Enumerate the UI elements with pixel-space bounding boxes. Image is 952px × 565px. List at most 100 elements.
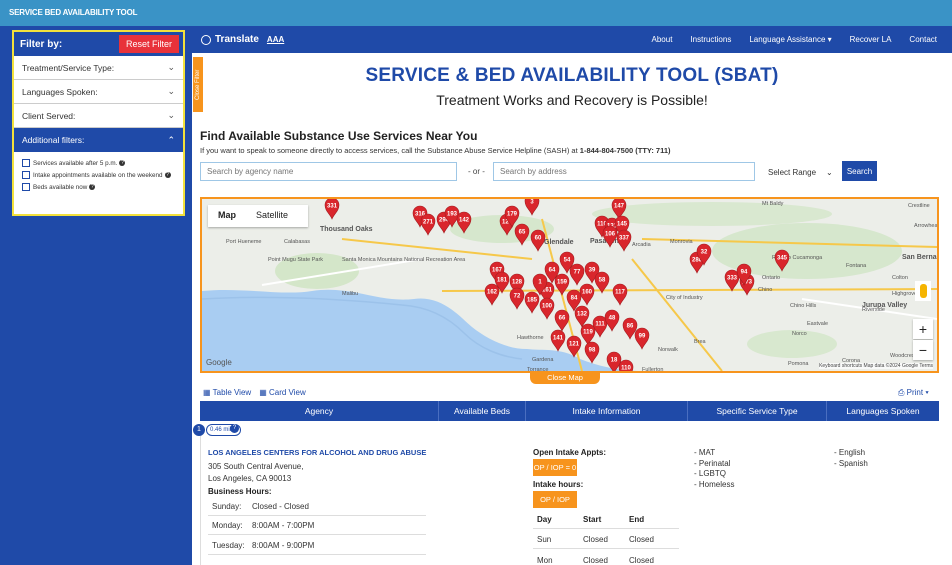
map-marker-label: 159 xyxy=(557,280,568,286)
map-type-toggle[interactable]: Map Satellite xyxy=(208,205,308,227)
service-type-item: - MAT xyxy=(694,448,716,457)
checkbox-weekend-intake[interactable]: Intake appointments available on the wee… xyxy=(22,171,177,179)
open-intake-label: Open Intake Appts: xyxy=(533,448,607,457)
map-marker-label: 94 xyxy=(741,270,748,276)
helpline-label: If you want to speak to someone directly… xyxy=(200,146,578,155)
table-view-button[interactable]: ▦ Table View xyxy=(203,388,251,397)
translate-button[interactable]: Translate AAA xyxy=(201,34,284,45)
intake-col-start: Start xyxy=(583,515,602,524)
service-type-item: - Homeless xyxy=(694,479,735,489)
service-type-list: - MAT - Perinatal - LGBTQ - Homeless xyxy=(694,448,734,490)
map-tab-map[interactable]: Map xyxy=(208,205,246,227)
search-button[interactable]: Search xyxy=(842,161,877,181)
map-place-label: Pomona xyxy=(788,361,809,367)
map-view[interactable]: Thousand Oaks Calabasas Malibu Santa Monica… xyxy=(200,197,939,373)
help-icon[interactable]: ? xyxy=(164,172,171,178)
hours-row: Tuesday: 8:00AM - 9:00PM xyxy=(208,537,426,555)
agency-address-line2: Los Angeles, CA 90013 xyxy=(208,474,292,483)
checkbox[interactable] xyxy=(22,183,30,191)
card-view-label: Card View xyxy=(268,388,306,397)
street-view-icon[interactable] xyxy=(915,281,931,301)
help-icon[interactable]: ? xyxy=(119,160,126,166)
col-intake-information: Intake Information xyxy=(526,401,688,421)
map-marker-label: 193 xyxy=(447,212,458,218)
intake-col-day: Day xyxy=(537,515,552,524)
address-search-input[interactable] xyxy=(493,162,755,181)
map-marker-label: 117 xyxy=(615,290,625,296)
helpline-text: If you want to speak to someone directly… xyxy=(200,146,671,155)
zoom-in-button[interactable]: + xyxy=(913,319,933,339)
nav-link-contact[interactable]: Contact xyxy=(909,35,937,44)
nav-link-language-assistance[interactable]: Language Assistance ▾ xyxy=(749,35,831,44)
map-marker[interactable]: 110 xyxy=(618,359,634,372)
map-place-label: Hawthorne xyxy=(517,335,544,341)
filter-section-label: Languages Spoken: xyxy=(22,86,98,97)
map-marker-label: 333 xyxy=(727,276,738,282)
intake-row: Sun Closed Closed xyxy=(533,535,679,549)
zoom-out-button[interactable]: − xyxy=(913,340,933,360)
map-place-label: Chino xyxy=(758,287,772,293)
chevron-down-icon: ⌄ xyxy=(167,86,175,96)
nav-link-instructions[interactable]: Instructions xyxy=(690,35,731,44)
map-marker-label: 337 xyxy=(619,236,630,242)
map-marker-label: 110 xyxy=(621,366,631,372)
map-place-label: Chino Hills xyxy=(790,303,817,309)
map-marker-label: 32 xyxy=(701,250,708,256)
map-place-label: Norwalk xyxy=(658,347,678,353)
map-place-label: City of Industry xyxy=(666,295,703,301)
agency-name[interactable]: LOS ANGELES CENTERS FOR ALCOHOL AND DRUG… xyxy=(208,448,426,457)
app-title: SERVICE BED AVAILABILITY TOOL xyxy=(9,8,138,17)
map-place-label: Point Mugu State Park xyxy=(268,257,323,263)
intake-row: Mon Closed Closed xyxy=(533,556,679,565)
checkbox-beds-now[interactable]: Beds available now? xyxy=(22,183,177,191)
filter-languages[interactable]: Languages Spoken: ⌄ xyxy=(14,80,183,104)
google-logo: Google xyxy=(206,358,232,367)
close-map-tab[interactable]: Close Map xyxy=(530,372,600,384)
map-canvas[interactable]: Thousand Oaks Calabasas Malibu Santa Monica… xyxy=(202,199,937,371)
table-view-label: Table View xyxy=(212,388,252,397)
hours-time: Closed - Closed xyxy=(252,502,309,511)
checkbox[interactable] xyxy=(22,171,30,179)
text-size-button[interactable]: AAA xyxy=(267,35,284,44)
intake-end: Closed xyxy=(629,535,654,544)
range-select[interactable]: Select Range ⌄ xyxy=(762,162,838,182)
intake-day: Sun xyxy=(537,535,552,544)
translate-label: Translate xyxy=(215,34,259,45)
map-marker-label: 147 xyxy=(614,204,625,210)
map-place-label: Crestline xyxy=(908,203,930,209)
agency-search-input[interactable] xyxy=(200,162,457,181)
intake-day: Mon xyxy=(537,556,553,565)
hours-day: Sunday: xyxy=(212,502,242,511)
app-title-bar: SERVICE BED AVAILABILITY TOOL xyxy=(0,0,952,26)
map-marker-label: 121 xyxy=(569,342,580,348)
map-tab-satellite[interactable]: Satellite xyxy=(246,205,298,227)
checkbox[interactable] xyxy=(22,159,30,167)
map-place-label: Malibu xyxy=(342,291,358,297)
map-marker-label: 345 xyxy=(777,256,788,262)
help-icon[interactable]: ? xyxy=(230,424,239,433)
checkbox-label: Beds available now xyxy=(33,183,88,191)
nav-link-recover-la[interactable]: Recover LA xyxy=(850,35,892,44)
map-place-label: Brea xyxy=(694,339,707,345)
map-marker-label: 179 xyxy=(507,212,518,218)
col-agency: Agency xyxy=(200,401,439,421)
map-marker-label: 119 xyxy=(583,330,593,336)
help-icon[interactable]: ? xyxy=(89,184,96,190)
print-button[interactable]: ⎙ Print ▾ xyxy=(898,388,929,398)
filter-treatment-type[interactable]: Treatment/Service Type: ⌄ xyxy=(14,56,183,80)
map-place-label: Port Hueneme xyxy=(226,239,261,245)
map-marker-label: 84 xyxy=(571,296,578,302)
map-place-label: Fontana xyxy=(846,263,867,269)
card-view-button[interactable]: ▦ Card View xyxy=(259,388,306,397)
reset-filter-button[interactable]: Reset Filter xyxy=(118,35,179,53)
map-marker-label: 65 xyxy=(519,230,526,236)
map-credits[interactable]: Keyboard shortcuts Map data ©2024 Google… xyxy=(819,363,933,369)
checkbox-after-5pm[interactable]: Services available after 5 p.m.? xyxy=(22,159,177,167)
filter-additional[interactable]: Additional filters: ⌃ xyxy=(14,128,183,152)
filter-client-served[interactable]: Client Served: ⌄ xyxy=(14,104,183,128)
map-place-label: Gardena xyxy=(532,357,554,363)
nav-link-about[interactable]: About xyxy=(652,35,673,44)
page-title: SERVICE & BED AVAILABILITY TOOL (SBAT) xyxy=(365,65,779,86)
map-marker-label: 141 xyxy=(553,336,564,342)
col-languages: Languages Spoken xyxy=(846,406,920,416)
